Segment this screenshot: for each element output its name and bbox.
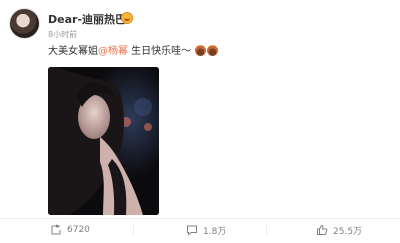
repost-count: 6720 (67, 225, 90, 235)
like-button[interactable]: 25.5万 (316, 223, 362, 237)
post-text: 大美女幂姐@杨幂 生日快乐哇～ (48, 45, 219, 58)
like-count: 25.5万 (333, 226, 363, 237)
comment-count: 1.8万 (203, 226, 227, 237)
repost-button[interactable]: 6720 (50, 223, 90, 237)
post-timestamp[interactable]: 8小时前 (48, 29, 77, 40)
cake-emoji-icon (195, 45, 207, 56)
action-separator (266, 225, 267, 235)
thumbs-up-icon (317, 224, 328, 235)
action-bar-divider (0, 218, 400, 219)
author-name[interactable]: Dear-迪丽热巴 (48, 11, 126, 27)
action-separator (133, 225, 134, 235)
author-avatar[interactable] (9, 8, 40, 39)
post-photo[interactable] (48, 67, 159, 215)
post-text-greeting: 生日快乐哇～ (128, 46, 192, 57)
cake-emoji-icon (207, 45, 219, 56)
post-text-main: 大美女幂姐 (48, 46, 98, 57)
vip-badge-icon (121, 12, 133, 24)
repost-icon (51, 224, 61, 235)
mention-link[interactable]: @杨幂 (98, 46, 128, 57)
weibo-post-card: Dear-迪丽热巴 8小时前 大美女幂姐@杨幂 生日快乐哇～ 6720 1.8万… (0, 0, 400, 243)
photo-portrait (48, 67, 159, 215)
comment-icon (187, 225, 197, 236)
comment-button[interactable]: 1.8万 (186, 223, 226, 237)
